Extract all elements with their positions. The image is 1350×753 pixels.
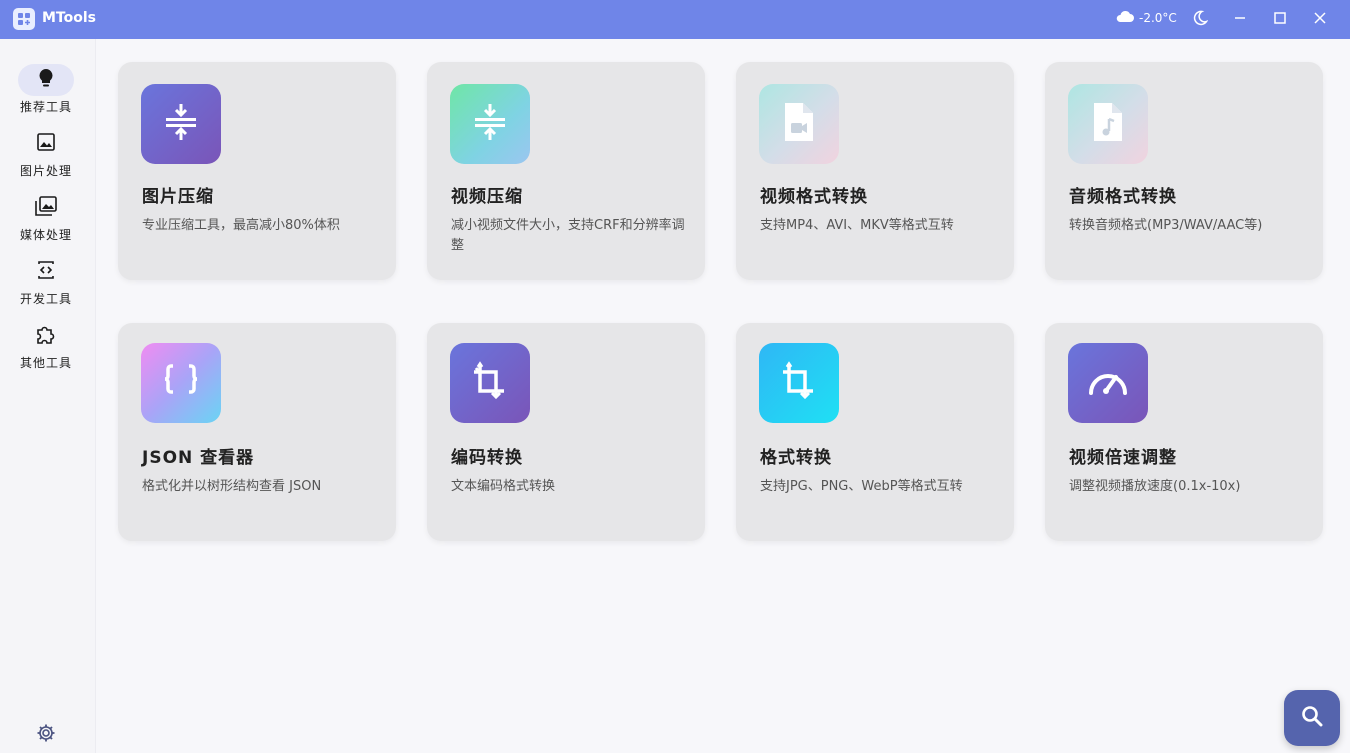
tool-card-encoding[interactable]: 编码转换 文本编码格式转换	[427, 323, 705, 541]
photo-library-icon	[34, 195, 58, 221]
nav-icon-container	[18, 128, 74, 160]
code-file-icon	[36, 259, 56, 285]
card-description: 支持JPG、PNG、WebP等格式互转	[760, 479, 963, 494]
sidebar-item-label: 开发工具	[19, 292, 72, 306]
sidebar-item-other[interactable]: 其他工具	[0, 320, 92, 380]
compress-icon	[163, 102, 199, 146]
image-icon	[36, 132, 56, 156]
cloud-icon	[1115, 9, 1135, 26]
tool-card-video-compress[interactable]: 视频压缩 减小视频文件大小，支持CRF和分辨率调整	[427, 62, 705, 280]
speed-gauge-icon	[1086, 363, 1130, 403]
close-button[interactable]	[1300, 0, 1340, 39]
card-description: 专业压缩工具，最高减小80%体积	[142, 218, 340, 233]
card-title: 音频格式转换	[1069, 187, 1177, 207]
sidebar: 推荐工具 图片处理 媒体处理 开发工具 其他工具	[0, 39, 96, 753]
sidebar-item-label: 图片处理	[19, 164, 72, 178]
minimize-button[interactable]	[1220, 0, 1260, 39]
card-icon-box	[759, 84, 839, 164]
card-title: 图片压缩	[142, 187, 214, 207]
settings-button[interactable]	[34, 723, 58, 747]
card-title: 视频压缩	[451, 187, 523, 207]
sidebar-item-recommended[interactable]: 推荐工具	[0, 64, 92, 124]
nav-icon-container	[18, 320, 74, 352]
title-bar: MTools -2.0°C	[0, 0, 1350, 39]
tool-card-video-format[interactable]: 视频格式转换 支持MP4、AVI、MKV等格式互转	[736, 62, 1014, 280]
sidebar-item-image[interactable]: 图片处理	[0, 128, 92, 188]
audio-file-icon	[1091, 101, 1125, 147]
video-file-icon	[782, 101, 816, 147]
card-icon-box	[1068, 343, 1148, 423]
tool-card-image-compress[interactable]: 图片压缩 专业压缩工具，最高减小80%体积	[118, 62, 396, 280]
card-title: 格式转换	[760, 448, 832, 468]
card-description: 支持MP4、AVI、MKV等格式互转	[760, 218, 954, 233]
search-icon	[1301, 705, 1323, 731]
weather-widget[interactable]: -2.0°C	[1115, 9, 1177, 26]
card-icon-box	[450, 343, 530, 423]
sidebar-item-dev[interactable]: 开发工具	[0, 256, 92, 316]
braces-icon	[161, 364, 201, 402]
tool-card-image-format[interactable]: 格式转换 支持JPG、PNG、WebP等格式互转	[736, 323, 1014, 541]
close-icon	[1313, 10, 1327, 29]
search-button[interactable]	[1284, 690, 1340, 746]
maximize-button[interactable]	[1260, 0, 1300, 39]
card-title: 视频格式转换	[760, 187, 868, 207]
tool-card-audio-format[interactable]: 音频格式转换 转换音频格式(MP3/WAV/AAC等)	[1045, 62, 1323, 280]
card-description: 调整视频播放速度(0.1x-10x)	[1069, 479, 1241, 494]
crop-rotate-icon	[470, 361, 510, 405]
compress-icon	[472, 102, 508, 146]
card-icon-box	[450, 84, 530, 164]
nav-icon-container	[18, 256, 74, 288]
tool-card-video-speed[interactable]: 视频倍速调整 调整视频播放速度(0.1x-10x)	[1045, 323, 1323, 541]
card-icon-box	[759, 343, 839, 423]
card-icon-box	[1068, 84, 1148, 164]
app-logo-icon	[13, 8, 35, 30]
card-description: 转换音频格式(MP3/WAV/AAC等)	[1069, 218, 1263, 233]
sidebar-item-label: 媒体处理	[19, 228, 72, 242]
moon-icon	[1192, 10, 1209, 30]
sidebar-item-media[interactable]: 媒体处理	[0, 192, 92, 252]
card-icon-box	[141, 84, 221, 164]
card-title: JSON 查看器	[142, 448, 255, 468]
card-title: 视频倍速调整	[1069, 448, 1177, 468]
minimize-icon	[1233, 10, 1247, 29]
maximize-icon	[1273, 10, 1287, 29]
lightbulb-icon	[37, 68, 55, 92]
sidebar-item-label: 推荐工具	[19, 100, 72, 114]
card-description: 文本编码格式转换	[451, 479, 556, 494]
gear-icon	[36, 723, 56, 747]
weather-temperature: -2.0°C	[1139, 10, 1177, 25]
nav-icon-container	[18, 64, 74, 96]
nav-icon-container	[18, 192, 74, 224]
theme-toggle-button[interactable]	[1180, 0, 1220, 39]
app-title: MTools	[42, 10, 96, 26]
tool-card-json-viewer[interactable]: JSON 查看器 格式化并以树形结构查看 JSON	[118, 323, 396, 541]
card-title: 编码转换	[451, 448, 523, 468]
card-icon-box	[141, 343, 221, 423]
card-description: 减小视频文件大小，支持CRF和分辨率调整	[451, 218, 685, 253]
puzzle-icon	[35, 323, 57, 349]
crop-rotate-icon	[779, 361, 819, 405]
sidebar-item-label: 其他工具	[19, 356, 72, 370]
card-description: 格式化并以树形结构查看 JSON	[142, 479, 322, 494]
